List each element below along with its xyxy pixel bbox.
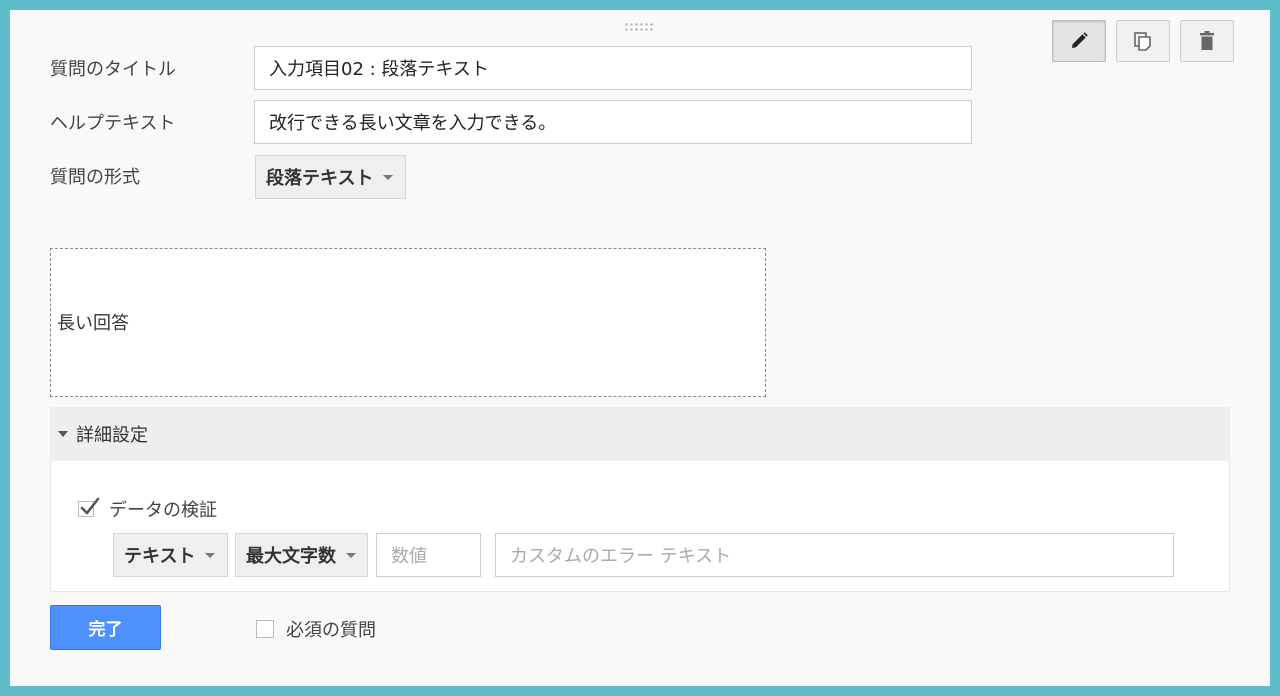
required-checkbox[interactable] xyxy=(256,620,274,638)
edit-button[interactable] xyxy=(1052,20,1106,62)
drag-handle[interactable] xyxy=(624,22,654,32)
chevron-down-icon xyxy=(383,174,394,180)
question-type-dropdown[interactable]: 段落テキスト xyxy=(255,155,406,199)
chevron-down-icon xyxy=(205,552,216,558)
validation-checkbox[interactable] xyxy=(78,497,100,517)
checkmark-icon xyxy=(80,497,100,515)
validation-type-value: テキスト xyxy=(124,546,196,567)
error-text-placeholder: カスタムのエラー テキスト xyxy=(510,546,732,567)
chevron-down-icon xyxy=(346,552,356,558)
advanced-settings-header[interactable]: 詳細設定 xyxy=(50,407,1230,461)
help-label: ヘルプテキスト xyxy=(50,113,176,134)
delete-button[interactable] xyxy=(1180,20,1234,62)
validation-label: データの検証 xyxy=(109,500,217,521)
answer-preview: 長い回答 xyxy=(50,248,766,397)
triangle-down-icon xyxy=(58,431,68,437)
number-placeholder: 数値 xyxy=(391,546,427,567)
number-input[interactable]: 数値 xyxy=(376,533,481,577)
question-type-value: 段落テキスト xyxy=(266,168,374,189)
error-text-input[interactable]: カスタムのエラー テキスト xyxy=(495,533,1174,577)
advanced-settings-body: データの検証 テキスト 最大文字数 数値 カスタムのエラー テキスト xyxy=(50,461,1230,592)
duplicate-button[interactable] xyxy=(1116,20,1170,62)
advanced-settings-title: 詳細設定 xyxy=(76,425,148,446)
pencil-icon xyxy=(1072,32,1088,48)
trash-icon xyxy=(1200,31,1214,50)
question-editor-card: 質問のタイトル 入力項目02 : 段落テキスト ヘルプテキスト 改行できる長い文… xyxy=(10,10,1270,686)
validation-rule-value: 最大文字数 xyxy=(246,546,336,567)
validation-type-dropdown[interactable]: テキスト xyxy=(113,533,228,577)
help-input[interactable]: 改行できる長い文章を入力できる。 xyxy=(254,100,972,144)
type-label: 質問の形式 xyxy=(50,167,140,188)
done-button[interactable]: 完了 xyxy=(50,605,161,650)
title-label: 質問のタイトル xyxy=(50,59,176,80)
preview-text: 長い回答 xyxy=(57,313,129,334)
validation-rule-dropdown[interactable]: 最大文字数 xyxy=(235,533,368,577)
title-input[interactable]: 入力項目02 : 段落テキスト xyxy=(254,46,972,90)
required-label: 必須の質問 xyxy=(286,620,376,641)
duplicate-icon xyxy=(1134,32,1151,51)
